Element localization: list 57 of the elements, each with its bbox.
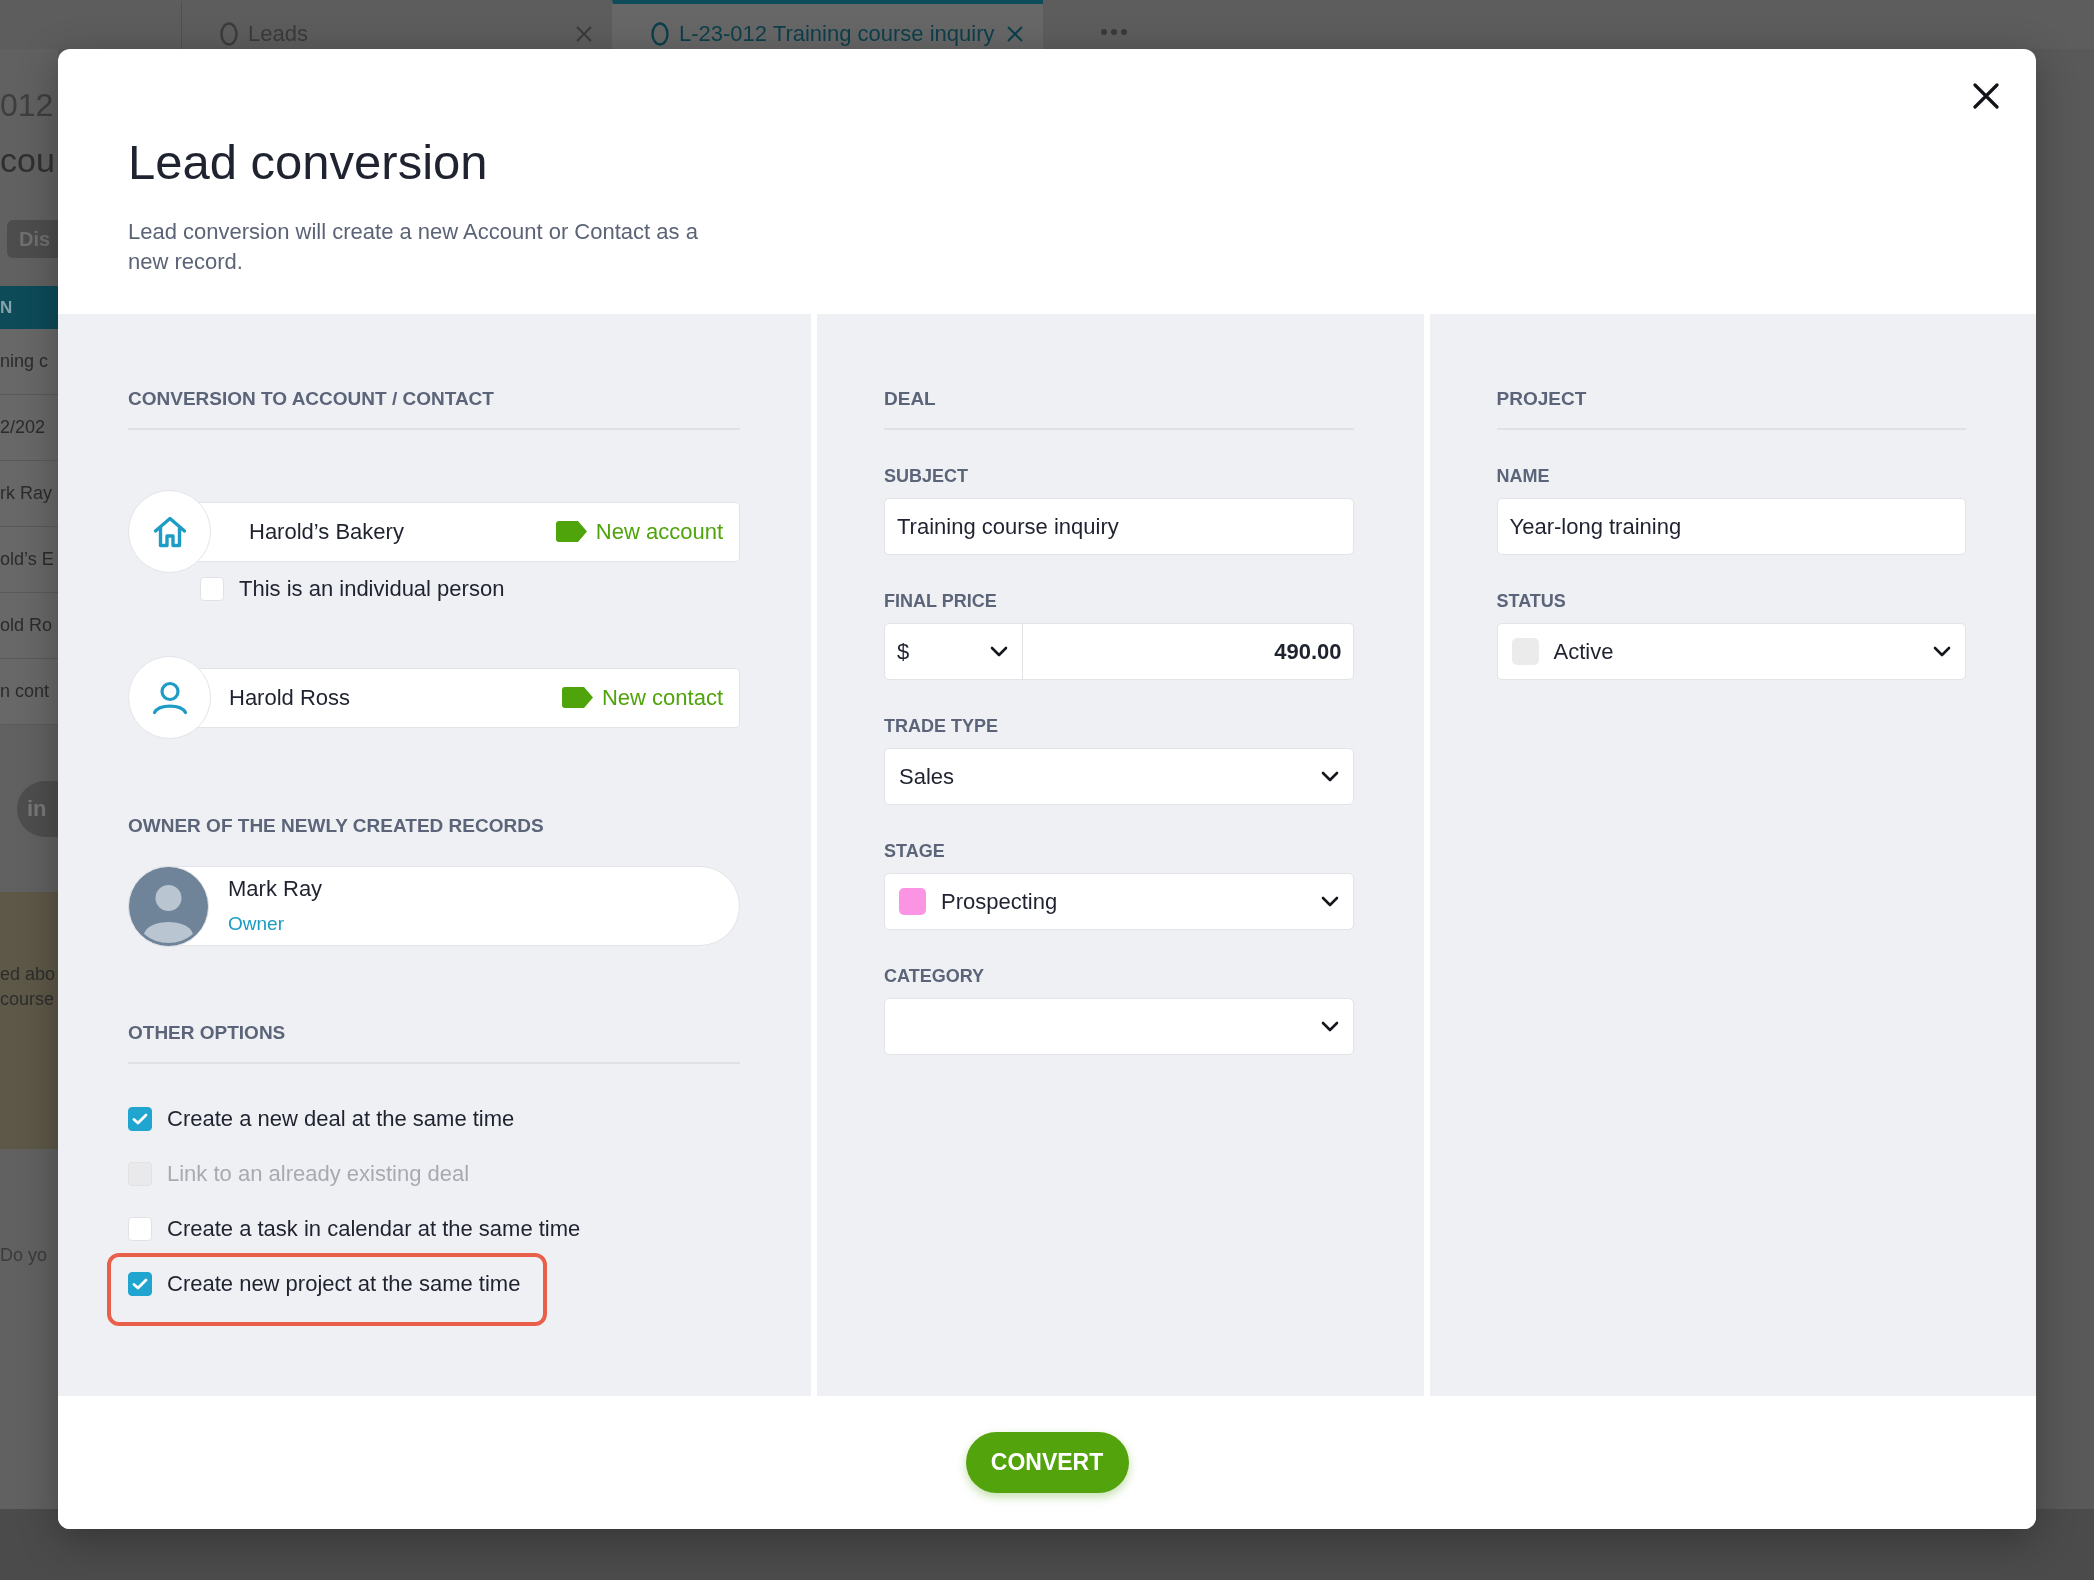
tag-icon bbox=[561, 687, 593, 708]
checkmark-icon bbox=[132, 1278, 148, 1290]
entity-name: Harold’s Bakery bbox=[249, 518, 404, 545]
select-field[interactable]: Prospecting bbox=[884, 873, 1354, 930]
table-cell: n cont bbox=[0, 659, 58, 725]
dialog-description: Lead conversion will create a new Account or Contact as a new record. bbox=[128, 218, 699, 276]
select-field[interactable]: Active bbox=[1496, 623, 1966, 680]
table-cell: rk Ray bbox=[0, 461, 58, 527]
chevron-down-icon bbox=[1933, 646, 1951, 657]
input-field[interactable]: Year-long training bbox=[1496, 498, 1966, 555]
select-field[interactable]: Sales bbox=[884, 748, 1354, 805]
field-label: STATUS bbox=[1496, 590, 1567, 612]
checkbox-label: Create a new deal at the same time bbox=[167, 1106, 515, 1132]
more-icon[interactable] bbox=[1101, 28, 1127, 35]
checkbox-label: Create new project at the same time bbox=[167, 1271, 521, 1297]
section-heading: OTHER OPTIONS bbox=[128, 1021, 740, 1064]
input-field[interactable]: Training course inquiry bbox=[884, 498, 1354, 555]
field-label: SUBJECT bbox=[884, 465, 969, 487]
checkbox-label: This is an individual person bbox=[239, 576, 505, 602]
table-cell: old’s E bbox=[0, 527, 58, 593]
oval-icon bbox=[220, 21, 238, 46]
checkbox[interactable] bbox=[128, 1107, 152, 1131]
chevron-down-icon bbox=[1320, 1021, 1339, 1032]
table-header: N bbox=[0, 286, 58, 329]
owner-card[interactable]: Mark Ray Owner bbox=[128, 866, 740, 946]
entity-name: Harold Ross bbox=[229, 684, 351, 711]
currency-select[interactable]: $ bbox=[884, 623, 1023, 680]
section-heading: CONVERSION TO ACCOUNT / CONTACT bbox=[128, 387, 740, 430]
close-icon[interactable] bbox=[1973, 83, 1999, 109]
field-label: CATEGORY bbox=[884, 965, 985, 987]
field-label: NAME bbox=[1496, 465, 1551, 487]
tag-icon bbox=[555, 521, 587, 542]
owner-name: Mark Ray bbox=[228, 876, 323, 902]
field-label: FINAL PRICE bbox=[884, 590, 998, 612]
checkbox-label: Create a task in calendar at the same time bbox=[167, 1216, 581, 1242]
checkbox[interactable] bbox=[128, 1272, 152, 1296]
table-cell: 2/202 bbox=[0, 395, 58, 461]
select-field[interactable] bbox=[884, 998, 1354, 1055]
chevron-down-icon bbox=[1320, 896, 1339, 907]
section-heading: DEAL bbox=[884, 387, 1354, 430]
chevron-down-icon bbox=[990, 646, 1008, 657]
dialog-title: Lead conversion bbox=[128, 134, 488, 191]
checkmark-icon bbox=[132, 1113, 148, 1125]
avatar-icon bbox=[128, 865, 209, 947]
section-heading: OWNER OF THE NEWLY CREATED RECORDS bbox=[128, 814, 545, 838]
section-heading: PROJECT bbox=[1496, 387, 1966, 430]
owner-role: Owner bbox=[228, 912, 285, 936]
status-tag: New account bbox=[595, 518, 723, 545]
table-cell: ning c bbox=[0, 329, 58, 395]
status-tag: New contact bbox=[601, 684, 723, 711]
oval-icon bbox=[651, 21, 669, 46]
chevron-down-icon bbox=[1320, 771, 1339, 782]
field-label: TRADE TYPE bbox=[884, 715, 999, 737]
table-cell: old Ro bbox=[0, 593, 58, 659]
field-label: STAGE bbox=[884, 840, 946, 862]
amount-field[interactable]: 490.00 bbox=[1023, 623, 1354, 680]
checkbox-label: Link to an already existing deal bbox=[167, 1161, 470, 1187]
